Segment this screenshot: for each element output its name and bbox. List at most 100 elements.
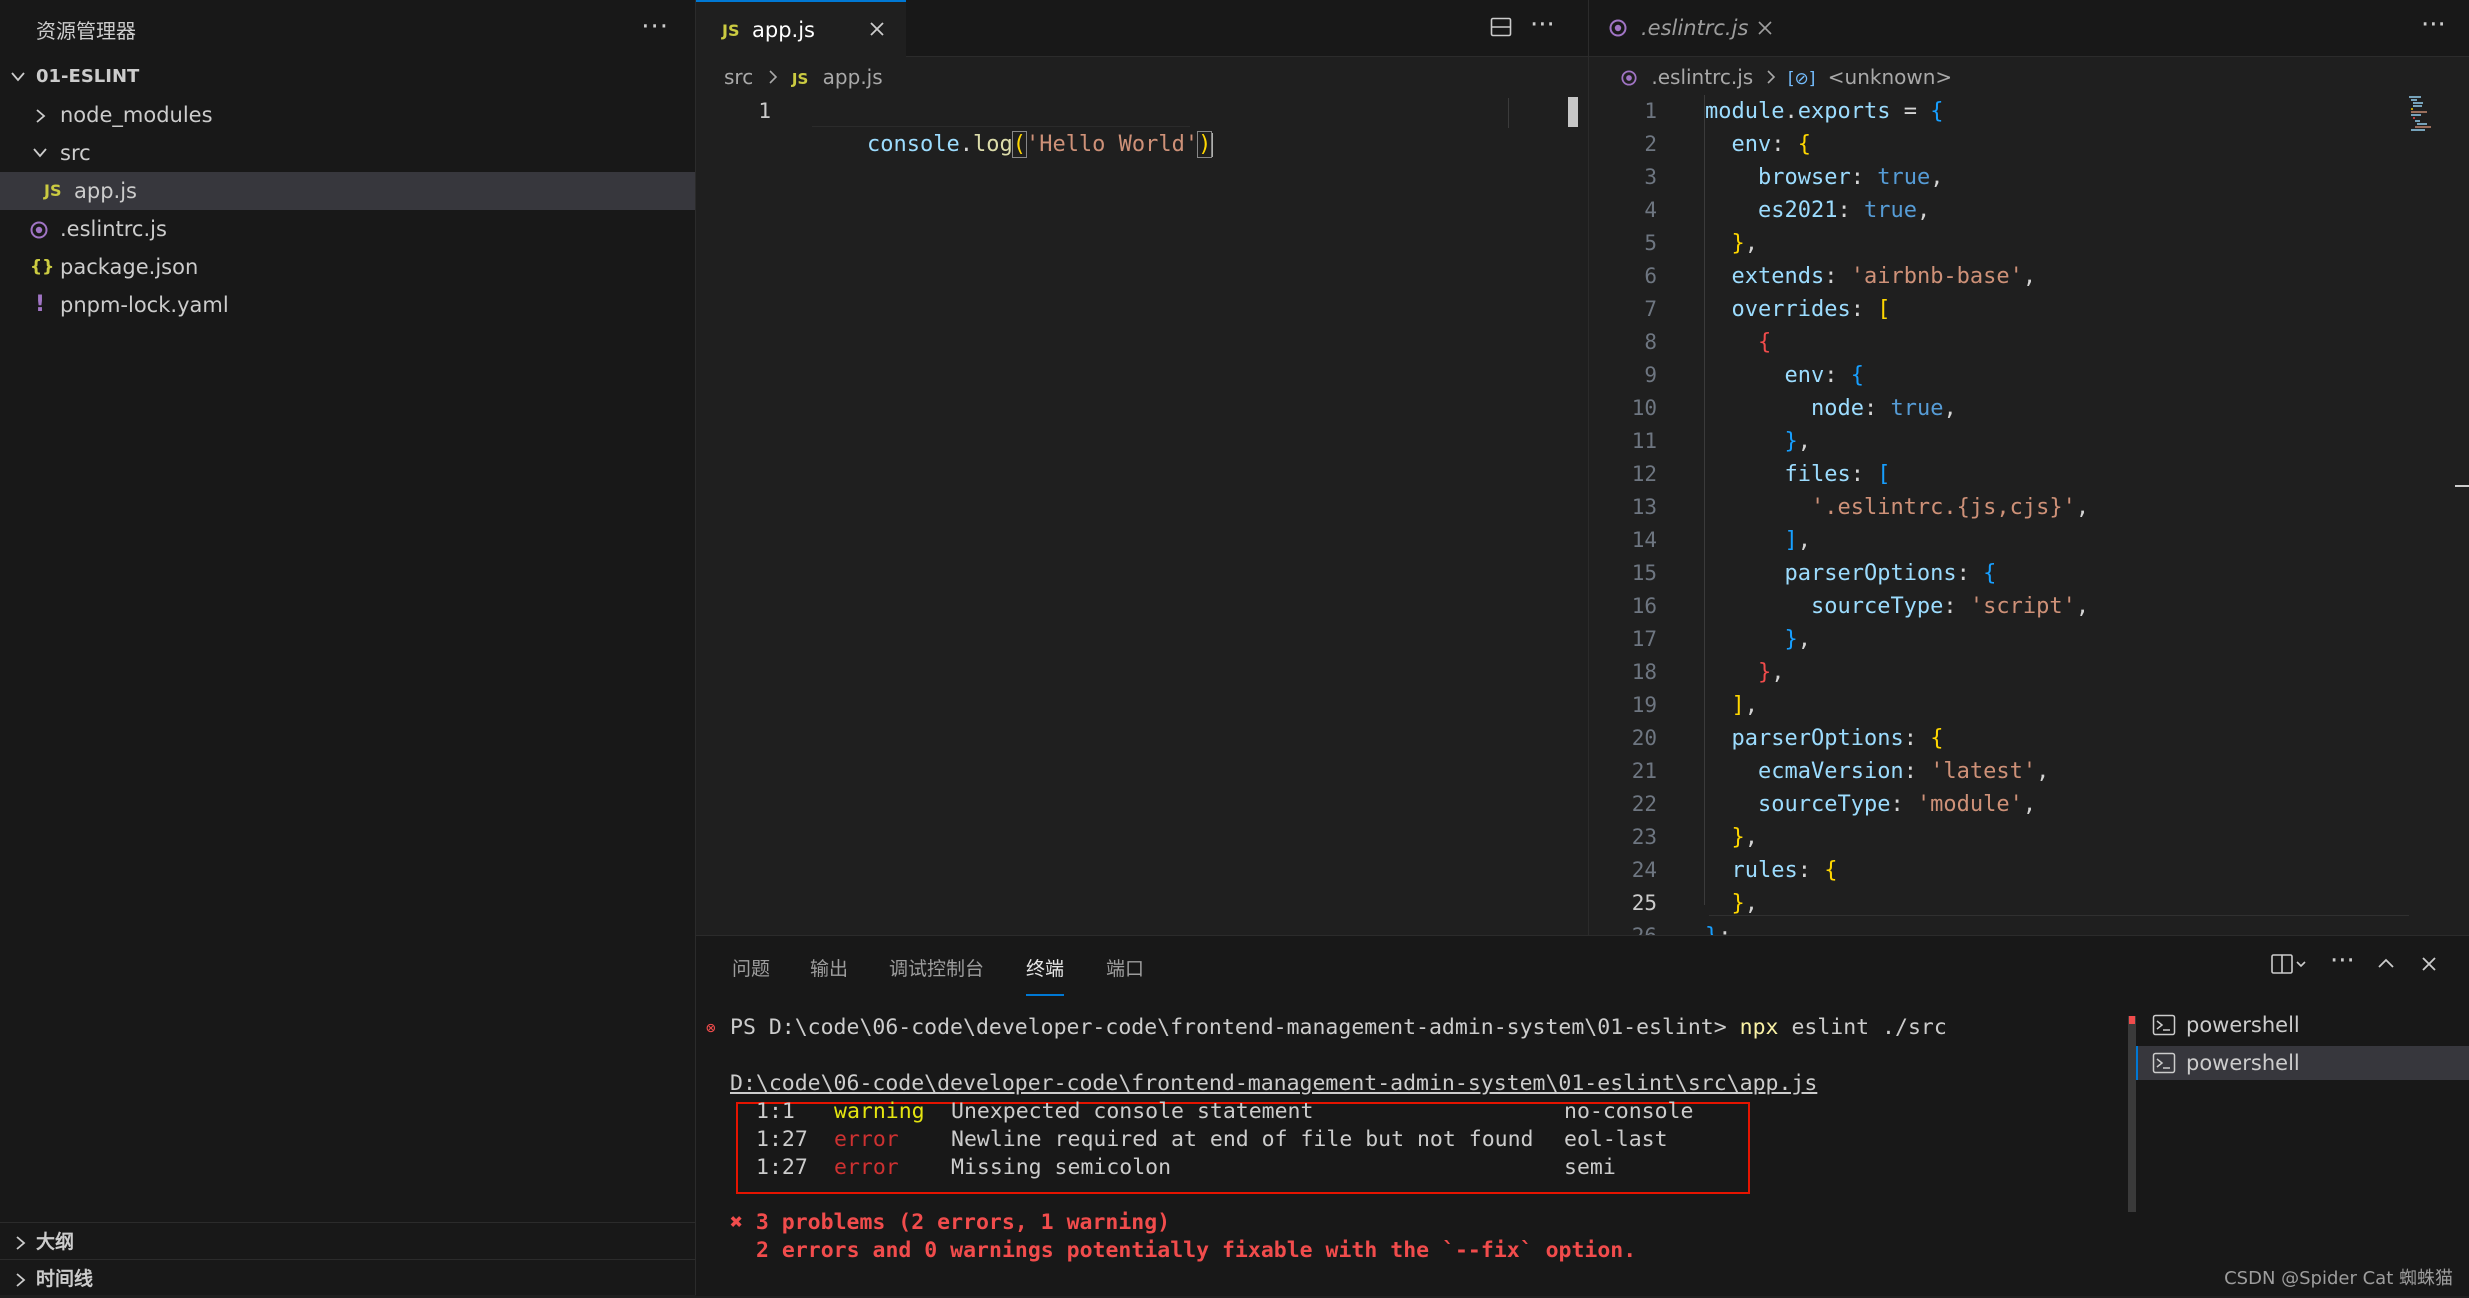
code-line-18: }, [1757, 660, 1785, 685]
json-file-icon: {} [30, 257, 55, 277]
tree-item-node-modules[interactable]: node_modules [0, 96, 695, 134]
line-number: 15 [1631, 561, 1657, 585]
breadcrumb-file[interactable]: app.js [823, 65, 883, 89]
close-icon[interactable] [1757, 20, 1773, 36]
section-timeline[interactable]: 时间线 [0, 1259, 695, 1298]
explorer-more-actions-icon[interactable]: ··· [641, 12, 669, 42]
terminal-list-item-active[interactable]: powershell [2136, 1046, 2469, 1080]
tree-item-package-json[interactable]: {} package.json [0, 248, 695, 286]
scrollbar-marker [2455, 485, 2469, 487]
line-number: 22 [1631, 792, 1657, 816]
terminal-list-label: powershell [2186, 1051, 2300, 1075]
line-number: 23 [1631, 825, 1657, 849]
problem-row: 1:27 error Missing semicolon semi [756, 1155, 1616, 1180]
bottom-panel: 问题 输出 调试控制台 终端 端口 ··· ⊗ PS D:\code\06-co… [696, 935, 2469, 1296]
close-panel-icon[interactable] [2420, 955, 2438, 973]
line-number: 11 [1631, 429, 1657, 453]
code-line: console.log('Hello World') [866, 131, 1214, 158]
code-line-25: }, [1731, 891, 1759, 916]
code-line-19: ], [1731, 693, 1759, 718]
panel-tab-terminal[interactable]: 终端 [1026, 954, 1065, 996]
folder-root-01-eslint[interactable]: 01-ESLINT [0, 58, 695, 96]
left-code-editor[interactable]: 1 console.log('Hello World') [696, 95, 1588, 935]
chevron-right-icon [768, 60, 778, 94]
folder-root-label: 01-ESLINT [36, 66, 140, 87]
tree-item-pnpm-lock[interactable]: ! pnpm-lock.yaml [0, 286, 695, 324]
panel-tab-problems[interactable]: 问题 [732, 954, 770, 994]
watermark: CSDN @Spider Cat 蜘蛛猫 [2224, 1268, 2453, 1289]
code-line-8: { [1757, 330, 1772, 355]
left-breadcrumb: src JS app.js [724, 60, 883, 94]
line-number: 25 [1631, 891, 1657, 915]
line-number: 19 [1631, 693, 1657, 717]
line-number: 24 [1631, 858, 1657, 882]
terminal-prompt-line: PS D:\code\06-code\developer-code\fronte… [730, 1015, 1947, 1040]
eslint-icon [30, 221, 48, 239]
terminal-list-label: powershell [2186, 1013, 2300, 1037]
panel-more-icon[interactable]: ··· [2330, 946, 2355, 976]
close-icon[interactable] [868, 20, 886, 38]
right-editor-tabbar: .eslintrc.js ··· [1589, 0, 2469, 57]
code-line-3: browser: true, [1757, 165, 1944, 190]
line-number: 13 [1631, 495, 1657, 519]
tree-item-label: package.json [60, 255, 199, 279]
panel-tab-debug-console[interactable]: 调试控制台 [889, 954, 984, 994]
code-line-21: ecmaVersion: 'latest', [1757, 759, 2050, 784]
minimap[interactable] [2397, 95, 2469, 935]
right-editor-more-icon[interactable]: ··· [2421, 10, 2446, 40]
explorer-title: 资源管理器 [36, 19, 136, 43]
tab-app-js[interactable]: JS app.js [696, 0, 906, 58]
chevron-right-icon [34, 108, 48, 124]
error-x-icon: ✖ [730, 1210, 743, 1235]
minimap-edge [1508, 98, 1509, 128]
right-code-editor[interactable]: 1 2 3 4 5 6 7 8 9 10 11 12 13 14 15 16 17 18 19 20 21 22 23 24 2… [1589, 95, 2469, 935]
tab-label: app.js [752, 18, 815, 42]
chevron-right-icon [1766, 60, 1776, 94]
split-terminal-icon[interactable] [2270, 952, 2308, 976]
split-editor-icon[interactable] [1489, 15, 1513, 39]
terminal-icon [2152, 1014, 2176, 1036]
tree-item-label: pnpm-lock.yaml [60, 293, 229, 317]
scrollbar-thumb[interactable] [1568, 97, 1578, 127]
problems-summary: ✖ 3 problems (2 errors, 1 warning) [730, 1210, 1171, 1235]
code-line-1: module.exports = { [1705, 99, 1944, 124]
code-line-11: }, [1784, 429, 1811, 454]
command-error-icon: ⊗ [706, 1018, 716, 1037]
line-number: 2 [1644, 132, 1657, 156]
eslint-icon [1609, 19, 1627, 37]
breadcrumb-symbol[interactable]: <unknown> [1828, 65, 1952, 89]
tree-item-label: app.js [74, 179, 137, 203]
problem-row: 1:1 warning Unexpected console statement no… [756, 1099, 1694, 1124]
maximize-panel-icon[interactable] [2376, 954, 2396, 974]
left-editor-more-icon[interactable]: ··· [1530, 10, 1555, 40]
tree-item-src[interactable]: src [0, 134, 695, 172]
code-line-10: node: true, [1810, 396, 1957, 421]
terminal-list-item[interactable]: powershell [2136, 1008, 2469, 1042]
line-number: 7 [1644, 297, 1657, 321]
line-number: 21 [1631, 759, 1657, 783]
tab-eslintrc[interactable]: .eslintrc.js [1589, 0, 1789, 56]
tree-item-eslintrc[interactable]: .eslintrc.js [0, 210, 695, 248]
line-number: 17 [1631, 627, 1657, 651]
panel-tab-output[interactable]: 输出 [810, 954, 848, 994]
yaml-file-icon: ! [35, 292, 46, 317]
terminal-file-path[interactable]: D:\code\06-code\developer-code\frontend-… [730, 1070, 1817, 1098]
js-file-icon: JS [791, 70, 809, 88]
code-line-20: parserOptions: { [1731, 726, 1944, 751]
code-line-16: sourceType: 'script', [1810, 594, 2090, 619]
terminal-scrollbar[interactable] [2128, 1016, 2136, 1212]
panel-tab-ports[interactable]: 端口 [1106, 954, 1144, 994]
symbol-variable-icon: [⊘] [1787, 69, 1816, 89]
section-outline[interactable]: 大纲 [0, 1222, 695, 1261]
code-line-2: env: { [1731, 132, 1812, 157]
fix-hint: 2 errors and 0 warnings potentially fixa… [756, 1238, 1637, 1263]
breadcrumb-folder[interactable]: src [724, 65, 753, 89]
chevron-down-icon [10, 70, 26, 84]
tree-item-label: .eslintrc.js [60, 217, 167, 241]
js-file-icon: JS [722, 21, 740, 40]
breadcrumb-file[interactable]: .eslintrc.js [1651, 65, 1753, 89]
line-number: 26 [1607, 920, 1657, 935]
explorer-sidebar: 资源管理器 ··· 01-ESLINT node_modules src JS … [0, 0, 696, 1295]
code-line-7: overrides: [ [1731, 297, 1891, 322]
tree-item-app-js[interactable]: JS app.js [0, 172, 695, 210]
